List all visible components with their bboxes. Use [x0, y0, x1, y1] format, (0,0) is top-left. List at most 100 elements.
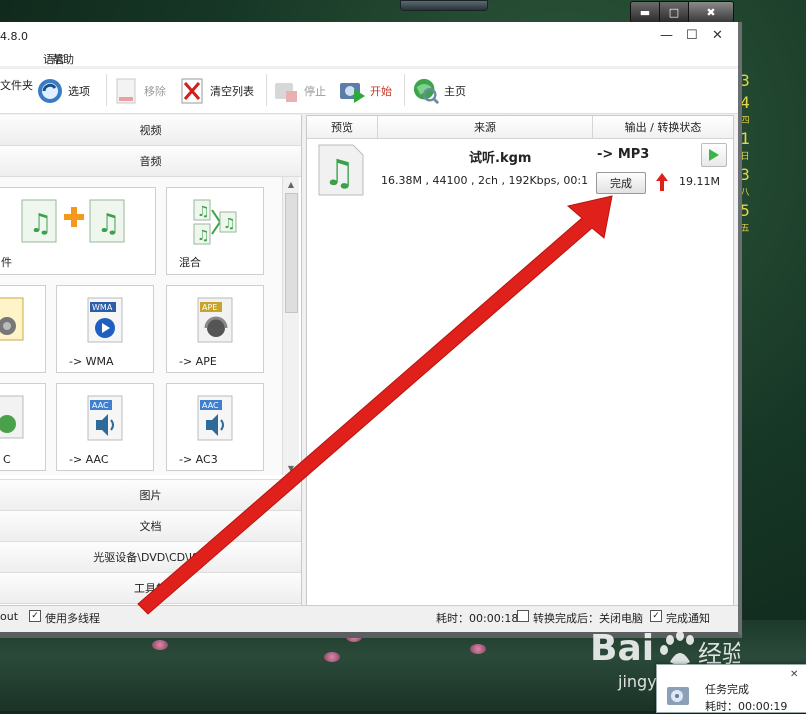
scroll-down-icon[interactable]: ▼: [283, 461, 299, 475]
home-label: 主页: [444, 85, 466, 98]
svg-text:♫: ♫: [197, 204, 210, 220]
audio-merge-tile[interactable]: ♫ ♫ 件: [0, 187, 156, 275]
task-row[interactable]: ♫ 试听.kgm 16.38M , 44100 , 2ch , 192Kbps,…: [307, 139, 733, 201]
close-icon[interactable]: ✕: [712, 28, 723, 43]
category-panel: 视频 音频 ♫ ♫ 件 ♫ ♫ ♫ 混合 WMA -> WMA APE -> A…: [0, 115, 302, 605]
remove-label: 移除: [144, 85, 166, 98]
task-target-format: -> MP3: [597, 147, 650, 162]
status-left-text: out: [0, 610, 19, 623]
audio-format-tile[interactable]: [0, 285, 46, 373]
scroll-up-icon[interactable]: ▲: [283, 177, 299, 191]
svg-text:AAC: AAC: [202, 401, 219, 410]
task-output-size: 19.11M: [679, 175, 720, 188]
elapsed-time: 耗时：00:00:18: [436, 612, 519, 625]
minimize-icon[interactable]: —: [660, 28, 673, 43]
grid-scrollbar[interactable]: ▲ ▼: [282, 177, 299, 475]
scroll-thumb[interactable]: [285, 193, 298, 313]
minimize-icon[interactable]: ▬: [631, 2, 660, 22]
task-list-panel: 预览 来源 输出 / 转换状态 ♫ 试听.kgm 16.38M , 44100 …: [306, 115, 734, 607]
options-button[interactable]: 选项: [36, 77, 90, 105]
home-button[interactable]: 主页: [412, 77, 466, 105]
column-output-status[interactable]: 输出 / 转换状态: [593, 116, 733, 138]
remove-button[interactable]: 移除: [112, 77, 166, 105]
toolbar-separator: [404, 74, 405, 106]
merge-icon: ♫ ♫: [20, 198, 130, 247]
category-tools[interactable]: 工具集: [0, 573, 301, 604]
column-source[interactable]: 来源: [378, 116, 593, 138]
remove-icon: [112, 77, 140, 105]
stop-button[interactable]: 停止: [272, 77, 326, 105]
task-complete-notification[interactable]: 任务完成 耗时：00:00:19 ✕: [656, 664, 806, 713]
audio-ape-tile[interactable]: APE -> APE: [166, 285, 264, 373]
start-icon: [338, 77, 366, 105]
svg-text:APE: APE: [202, 303, 217, 312]
notification-title: 任务完成: [705, 683, 749, 696]
svg-text:♫: ♫: [97, 209, 120, 239]
clear-list-button[interactable]: 清空列表: [178, 77, 254, 105]
multithread-checkbox[interactable]: ✓: [29, 610, 41, 622]
mix-icon: ♫ ♫ ♫: [192, 198, 238, 249]
stop-icon: [272, 77, 300, 105]
audio-format-tile[interactable]: C: [0, 383, 46, 471]
toolbar-separator: [266, 74, 267, 106]
audio-aac-tile[interactable]: AAC -> AAC: [56, 383, 154, 471]
svg-text:♫: ♫: [197, 228, 210, 244]
tile-label: 混合: [179, 256, 201, 269]
home-globe-icon: [412, 77, 440, 105]
category-image[interactable]: 图片: [0, 479, 301, 511]
task-filename: 试听.kgm: [469, 151, 532, 166]
tile-label: C: [3, 453, 11, 466]
tile-label: -> AAC: [69, 453, 109, 466]
maximize-icon[interactable]: □: [660, 2, 689, 22]
category-video[interactable]: 视频: [0, 115, 301, 146]
outer-window-controls: ▬ □ ✖: [630, 1, 734, 23]
lotus-decor: [152, 640, 168, 650]
svg-text:WMA: WMA: [92, 303, 113, 312]
audio-icon: [0, 296, 33, 347]
tile-label: -> WMA: [69, 355, 114, 368]
tile-label: 件: [1, 256, 12, 269]
lotus-decor: [470, 644, 486, 654]
tile-label: -> APE: [179, 355, 217, 368]
audio-ac3-tile[interactable]: AAC -> AC3: [166, 383, 264, 471]
task-list-header: 预览 来源 输出 / 转换状态: [307, 116, 733, 139]
maximize-icon[interactable]: ☐: [686, 28, 698, 43]
menu-help[interactable]: 帮助: [52, 51, 74, 67]
lotus-decor: [324, 652, 340, 662]
wma-icon: WMA: [84, 296, 126, 347]
completion-notify-checkbox[interactable]: ✓: [650, 610, 662, 622]
svg-text:♫: ♫: [29, 209, 52, 239]
app-version: 4.8.0: [0, 30, 28, 43]
start-label: 开始: [370, 85, 392, 98]
svg-text:♫: ♫: [323, 153, 355, 194]
svg-text:Bai: Bai: [590, 628, 654, 669]
ac3-icon: AAC: [194, 394, 236, 445]
toolbar-separator: [106, 74, 107, 106]
shutdown-after-checkbox[interactable]: [517, 610, 529, 622]
title-bar: 4.8.0 — ☐ ✕: [0, 22, 738, 52]
aac-icon: AAC: [84, 394, 126, 445]
audio-wma-tile[interactable]: WMA -> WMA: [56, 285, 154, 373]
start-button[interactable]: 开始: [338, 77, 392, 105]
multithread-label: 使用多线程: [45, 612, 100, 625]
menu-bar: 语言 帮助: [0, 52, 738, 66]
play-button[interactable]: [701, 143, 727, 167]
desktop-gadget: [400, 0, 488, 11]
tile-label: -> AC3: [179, 453, 218, 466]
toolbar: 文件夹 选项 移除 清空列表 停止 开始 主页: [0, 69, 738, 114]
options-icon: [36, 77, 64, 105]
category-optical[interactable]: 光驱设备\DVD\CD\ISO: [0, 542, 301, 573]
add-folder-button[interactable]: 文件夹: [0, 77, 33, 93]
notification-close-icon[interactable]: ✕: [790, 669, 798, 680]
close-icon[interactable]: ✖: [689, 2, 733, 22]
task-done-button[interactable]: 完成: [596, 172, 646, 194]
category-document[interactable]: 文档: [0, 511, 301, 542]
clear-list-icon: [178, 77, 206, 105]
audio-mix-tile[interactable]: ♫ ♫ ♫ 混合: [166, 187, 264, 275]
category-audio[interactable]: 音频: [0, 146, 301, 177]
lower-categories: 图片 文档 光驱设备\DVD\CD\ISO 工具集: [0, 479, 301, 604]
play-icon: [709, 149, 719, 161]
column-preview[interactable]: 预览: [307, 116, 378, 138]
converter-app-icon: [665, 683, 695, 712]
stop-label: 停止: [304, 85, 326, 98]
